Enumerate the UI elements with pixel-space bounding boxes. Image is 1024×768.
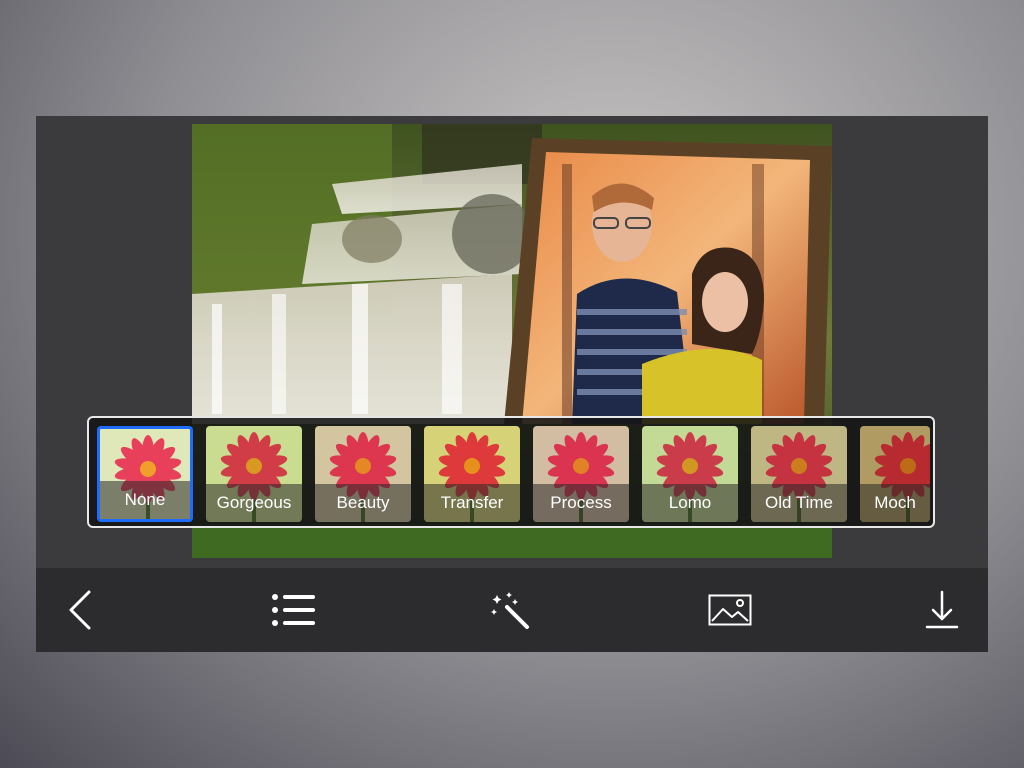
filter-gorgeous[interactable]: Gorgeous <box>206 426 302 522</box>
filter-moch[interactable]: Moch <box>860 426 930 522</box>
filter-process[interactable]: Process <box>533 426 629 522</box>
filter-beauty[interactable]: Beauty <box>315 426 411 522</box>
magic-wand-icon <box>491 592 529 629</box>
filter-label: Process <box>533 484 629 522</box>
app-screen: None Gorgeous Beauty Transfer Process Lomo Old… <box>36 116 988 652</box>
image-icon <box>708 594 752 626</box>
filter-old-time[interactable]: Old Time <box>751 426 847 522</box>
chevron-left-icon <box>69 590 91 630</box>
filter-lomo[interactable]: Lomo <box>642 426 738 522</box>
filter-none[interactable]: None <box>97 426 193 522</box>
filter-label: Beauty <box>315 484 411 522</box>
filter-label: Lomo <box>642 484 738 522</box>
download-button[interactable] <box>920 588 964 632</box>
filter-list: None Gorgeous Beauty Transfer Process Lomo Old… <box>97 426 930 522</box>
bottom-toolbar <box>36 568 988 652</box>
list-icon <box>272 594 315 626</box>
filter-label: Gorgeous <box>206 484 302 522</box>
gallery-button[interactable] <box>706 588 754 632</box>
filter-transfer[interactable]: Transfer <box>424 426 520 522</box>
effects-button[interactable] <box>488 588 532 632</box>
filter-label: None <box>100 481 190 519</box>
filter-label: Old Time <box>751 484 847 522</box>
filter-label: Transfer <box>424 484 520 522</box>
download-icon <box>925 590 959 629</box>
filter-strip[interactable]: None Gorgeous Beauty Transfer Process Lomo Old… <box>87 416 935 528</box>
frames-list-button[interactable] <box>270 588 318 632</box>
back-button[interactable] <box>58 588 102 632</box>
filter-label: Moch <box>860 484 930 522</box>
